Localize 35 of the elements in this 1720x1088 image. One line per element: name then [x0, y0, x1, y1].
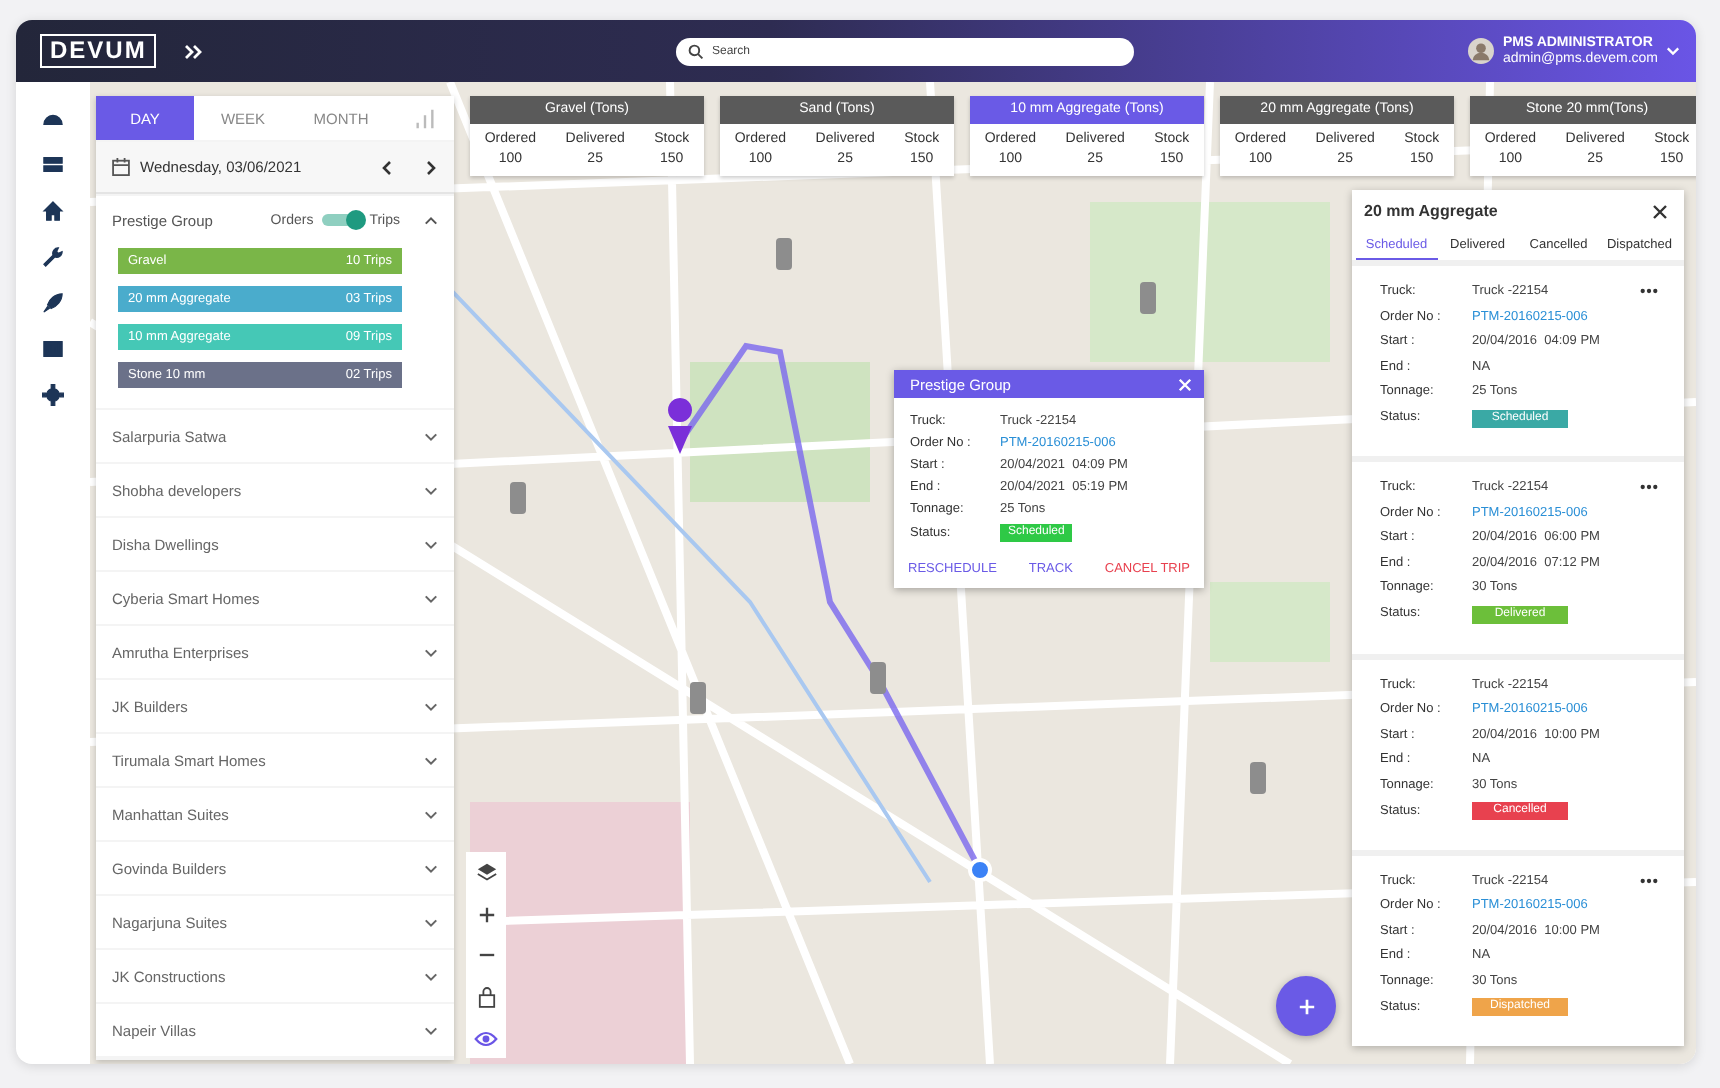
logo[interactable]: DEVUM — [40, 34, 157, 68]
chevron-icon[interactable] — [424, 917, 438, 927]
caret-icon[interactable] — [1666, 46, 1680, 56]
zoom-in-icon[interactable] — [477, 906, 495, 924]
chevron-right-icon[interactable] — [426, 159, 438, 175]
view-toggle[interactable] — [321, 214, 362, 226]
more-icon[interactable] — [1640, 877, 1658, 884]
chevron-icon[interactable] — [424, 809, 438, 819]
wrench-icon[interactable] — [42, 246, 64, 268]
chevron-icon[interactable] — [424, 971, 438, 981]
chevron-icon[interactable] — [424, 539, 438, 549]
chevron-icon[interactable] — [424, 593, 438, 603]
chevron-icon[interactable] — [424, 1025, 438, 1035]
chevron-icon[interactable] — [424, 755, 438, 765]
search-icon — [688, 43, 704, 59]
layers-icon[interactable] — [475, 862, 497, 884]
chevron-icon[interactable] — [424, 863, 438, 873]
more-icon[interactable] — [1640, 484, 1658, 491]
eye-icon[interactable] — [474, 1030, 498, 1048]
chevron-icon[interactable] — [424, 215, 438, 225]
chevron-icon[interactable] — [424, 431, 438, 441]
home-icon[interactable] — [42, 200, 64, 222]
plus-icon — [1297, 997, 1315, 1015]
double-chevron-icon[interactable] — [184, 43, 205, 59]
list-icon[interactable] — [42, 154, 64, 176]
chevron-icon[interactable] — [424, 701, 438, 711]
chevron-icon[interactable] — [424, 647, 438, 657]
chevron-left-icon[interactable] — [380, 159, 392, 175]
panel-title: 20 mm Aggregate — [1364, 202, 1498, 220]
calendar-icon[interactable] — [112, 158, 130, 176]
avatar-icon[interactable] — [1468, 38, 1495, 64]
close-icon[interactable] — [1652, 203, 1668, 219]
lock-icon[interactable] — [477, 986, 495, 1008]
more-icon[interactable] — [1640, 288, 1658, 294]
chevron-icon[interactable] — [424, 485, 438, 495]
